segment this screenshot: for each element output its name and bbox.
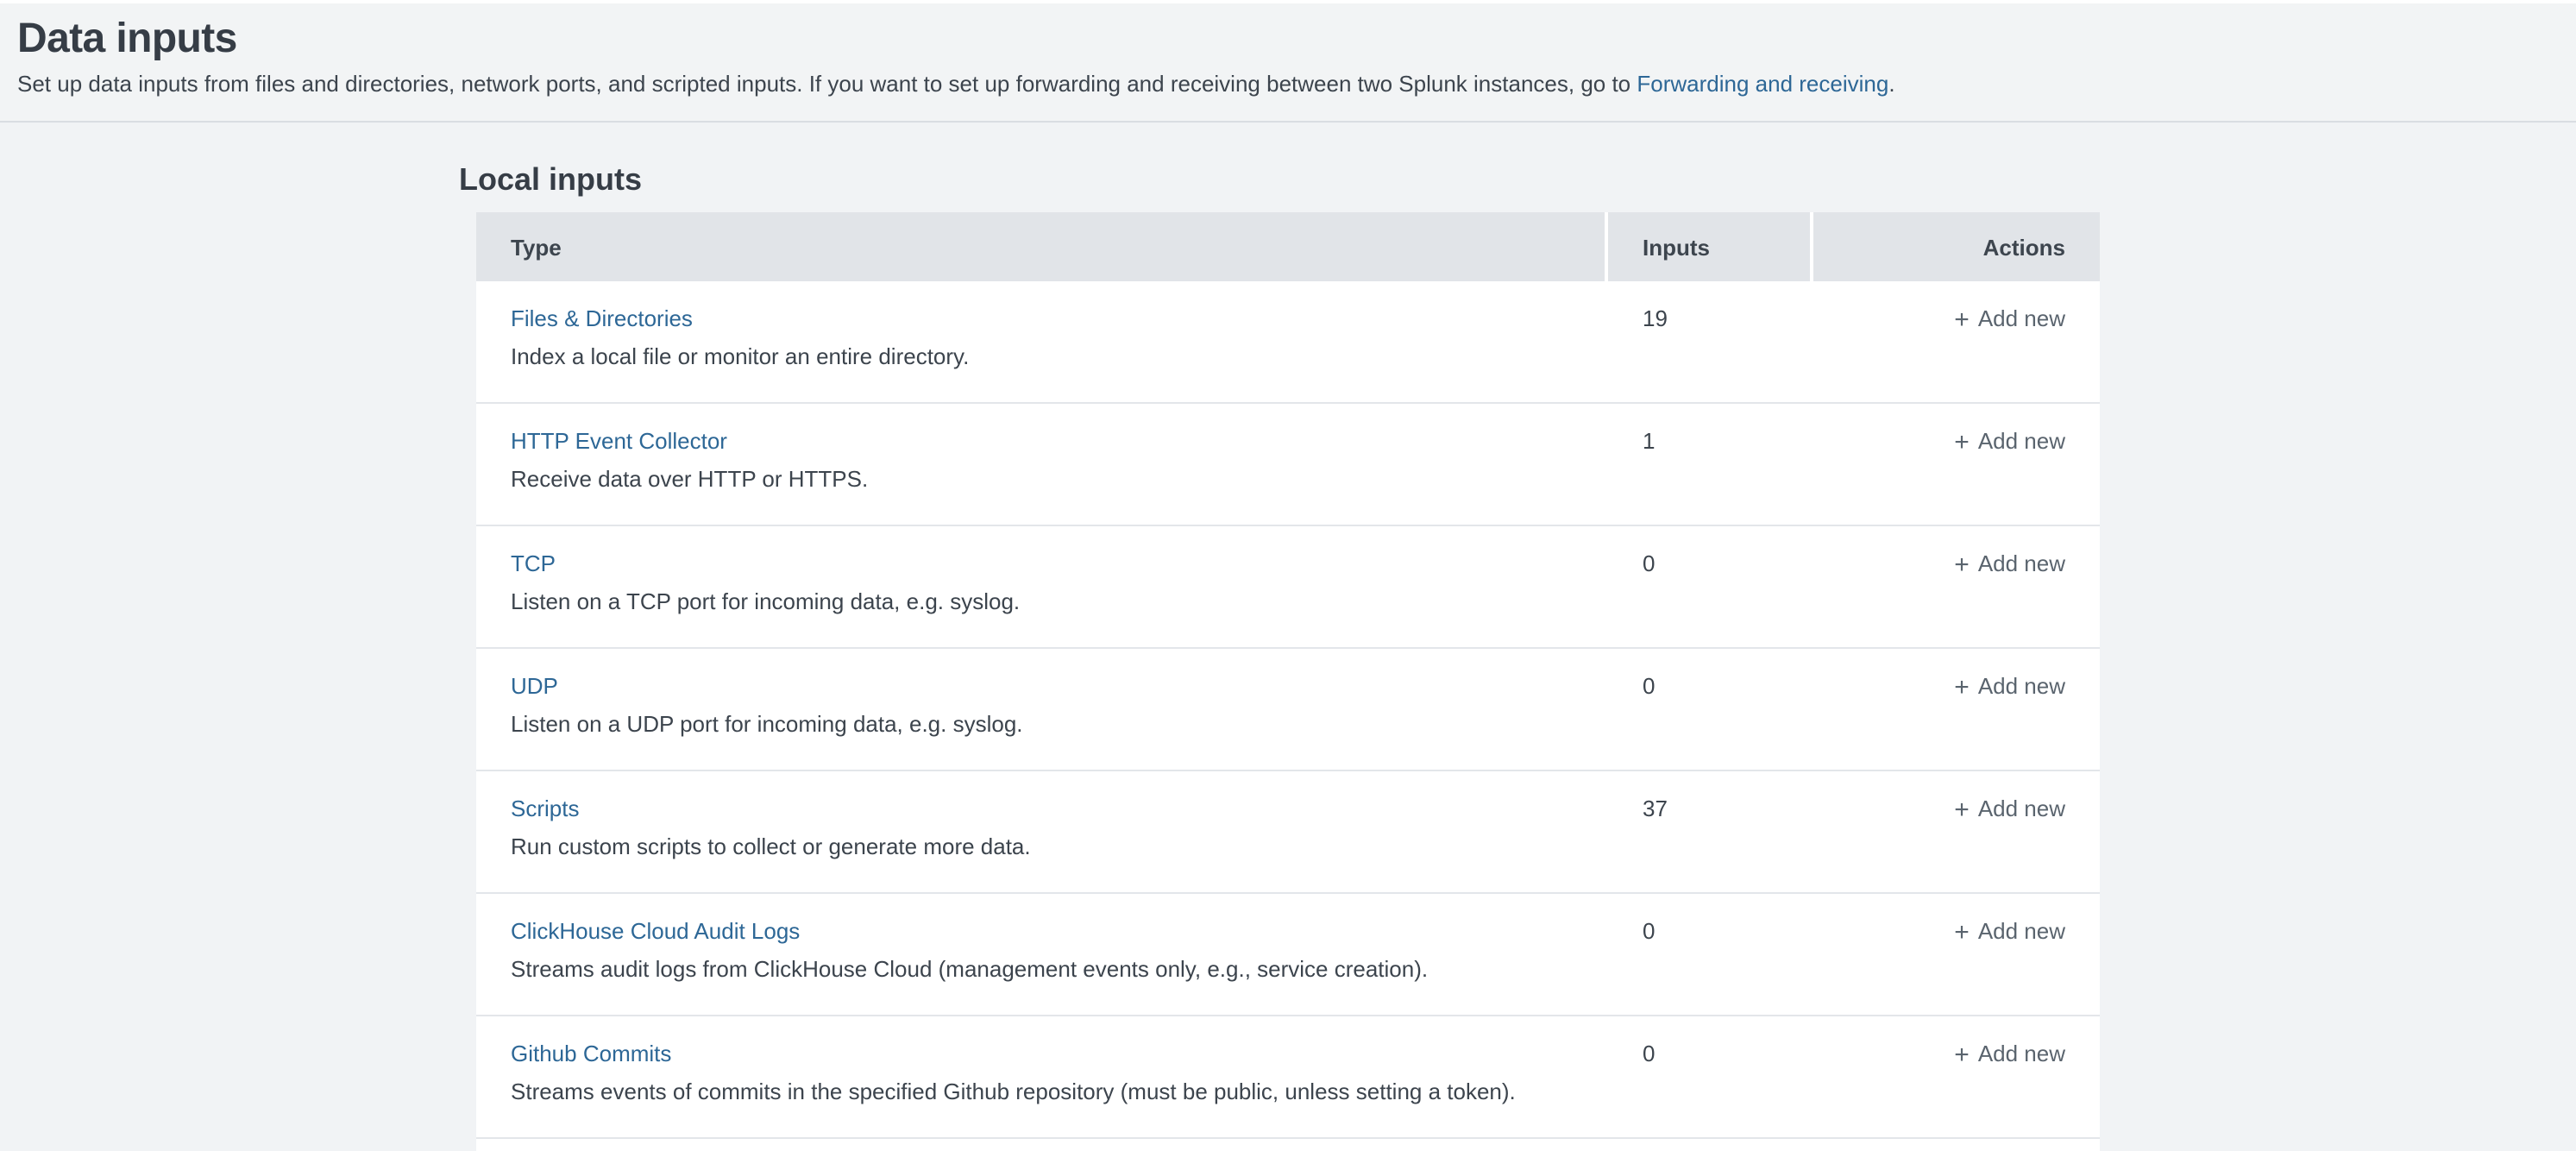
subtitle-text: Set up data inputs from files and direct… — [17, 70, 1637, 96]
type-cell: Scripts Run custom scripts to collect or… — [476, 771, 1608, 892]
column-header-inputs: Inputs — [1608, 212, 1810, 281]
page-title: Data inputs — [17, 13, 2559, 65]
actions-cell: + Add new — [1813, 281, 2100, 402]
add-new-label: Add new — [1978, 305, 2065, 331]
add-new-button[interactable]: + Add new — [1954, 1041, 2065, 1068]
row-description: Listen on a TCP port for incoming data, … — [511, 588, 1574, 616]
type-cell: Github Commits Streams events of commits… — [476, 1016, 1608, 1137]
add-new-button[interactable]: + Add new — [1954, 550, 2065, 578]
type-link[interactable]: Scripts — [511, 796, 579, 823]
inputs-cell: 0 — [1608, 649, 1813, 770]
add-new-label: Add new — [1978, 796, 2065, 821]
inputs-count: 1 — [1643, 428, 1655, 454]
plus-icon: + — [1954, 305, 1970, 335]
column-header-type: Type — [476, 212, 1605, 281]
table-row: HTTP Event Collector Receive data over H… — [476, 404, 2100, 526]
type-cell: Files & Directories Index a local file o… — [476, 281, 1608, 402]
actions-cell: + Add new — [1813, 771, 2100, 892]
inputs-cell: 19 — [1608, 281, 1813, 402]
section-title: Local inputs — [459, 123, 2576, 198]
add-new-button[interactable]: + Add new — [1954, 673, 2065, 701]
type-cell: UDP Listen on a UDP port for incoming da… — [476, 649, 1608, 770]
inputs-cell: 1 — [1608, 404, 1813, 525]
viewport: Data inputs Set up data inputs from file… — [0, 0, 2576, 1151]
inputs-count: 0 — [1643, 1041, 1655, 1066]
actions-cell: + Add new — [1813, 894, 2100, 1015]
row-description: Run custom scripts to collect or generat… — [511, 833, 1574, 861]
row-description: Index a local file or monitor an entire … — [511, 343, 1574, 371]
actions-cell: + Add new — [1813, 526, 2100, 647]
add-new-label: Add new — [1978, 1041, 2065, 1066]
add-new-button[interactable]: + Add new — [1954, 428, 2065, 456]
plus-icon: + — [1954, 428, 1970, 457]
type-link[interactable]: TCP — [511, 550, 556, 578]
type-cell: TCP Listen on a TCP port for incoming da… — [476, 526, 1608, 647]
row-description: Listen on a UDP port for incoming data, … — [511, 711, 1574, 739]
actions-cell: + Add new — [1813, 404, 2100, 525]
table-row: Files & Directories Index a local file o… — [476, 281, 2100, 404]
table-row: Scripts Run custom scripts to collect or… — [476, 771, 2100, 894]
table-header-row: Type Inputs Actions — [476, 212, 2100, 281]
plus-icon: + — [1954, 796, 1970, 825]
table-body: Files & Directories Index a local file o… — [476, 281, 2100, 1139]
type-link[interactable]: UDP — [511, 673, 558, 701]
table-bottom-stub — [476, 1139, 2100, 1151]
subtitle-period: . — [1888, 70, 1894, 96]
table-row: TCP Listen on a TCP port for incoming da… — [476, 526, 2100, 649]
plus-icon: + — [1954, 1041, 1970, 1070]
add-new-label: Add new — [1978, 428, 2065, 454]
inputs-count: 19 — [1643, 305, 1668, 331]
type-cell: ClickHouse Cloud Audit Logs Streams audi… — [476, 894, 1608, 1015]
plus-icon: + — [1954, 918, 1970, 947]
content-area: Local inputs Type Inputs Actions Files &… — [0, 123, 2576, 1151]
add-new-button[interactable]: + Add new — [1954, 796, 2065, 823]
column-header-actions: Actions — [1813, 212, 2100, 281]
row-description: Receive data over HTTP or HTTPS. — [511, 466, 1574, 494]
inputs-cell: 37 — [1608, 771, 1813, 892]
inputs-count: 37 — [1643, 796, 1668, 821]
row-description: Streams events of commits in the specifi… — [511, 1079, 1574, 1106]
type-link[interactable]: Github Commits — [511, 1041, 671, 1068]
local-inputs-table: Type Inputs Actions Files & Directories … — [476, 212, 2100, 1151]
inputs-cell: 0 — [1608, 894, 1813, 1015]
inputs-count: 0 — [1643, 550, 1655, 576]
page-header: Data inputs Set up data inputs from file… — [0, 3, 2576, 123]
forwarding-and-receiving-link[interactable]: Forwarding and receiving — [1637, 70, 1888, 96]
table-row: UDP Listen on a UDP port for incoming da… — [476, 649, 2100, 771]
add-new-button[interactable]: + Add new — [1954, 918, 2065, 946]
add-new-button[interactable]: + Add new — [1954, 305, 2065, 333]
inputs-count: 0 — [1643, 673, 1655, 699]
table-row: ClickHouse Cloud Audit Logs Streams audi… — [476, 894, 2100, 1016]
type-cell: HTTP Event Collector Receive data over H… — [476, 404, 1608, 525]
page-subtitle: Set up data inputs from files and direct… — [17, 68, 2559, 97]
row-description: Streams audit logs from ClickHouse Cloud… — [511, 956, 1574, 984]
inputs-cell: 0 — [1608, 1016, 1813, 1137]
type-link[interactable]: Files & Directories — [511, 305, 693, 333]
type-link[interactable]: ClickHouse Cloud Audit Logs — [511, 918, 800, 946]
add-new-label: Add new — [1978, 550, 2065, 576]
actions-cell: + Add new — [1813, 649, 2100, 770]
inputs-count: 0 — [1643, 918, 1655, 944]
type-link[interactable]: HTTP Event Collector — [511, 428, 727, 456]
add-new-label: Add new — [1978, 918, 2065, 944]
plus-icon: + — [1954, 550, 1970, 580]
plus-icon: + — [1954, 673, 1970, 702]
table-row: Github Commits Streams events of commits… — [476, 1016, 2100, 1139]
inputs-cell: 0 — [1608, 526, 1813, 647]
add-new-label: Add new — [1978, 673, 2065, 699]
actions-cell: + Add new — [1813, 1016, 2100, 1137]
